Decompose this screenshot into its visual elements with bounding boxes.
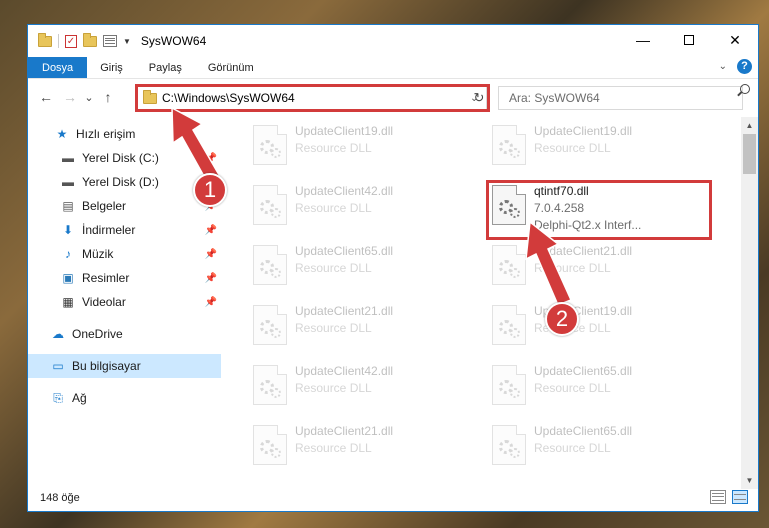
arrow-2 bbox=[525, 220, 573, 306]
annotation-arrows bbox=[171, 106, 573, 306]
callout-badge-2: 2 bbox=[545, 302, 579, 336]
callout-badge-1: 1 bbox=[193, 173, 227, 207]
